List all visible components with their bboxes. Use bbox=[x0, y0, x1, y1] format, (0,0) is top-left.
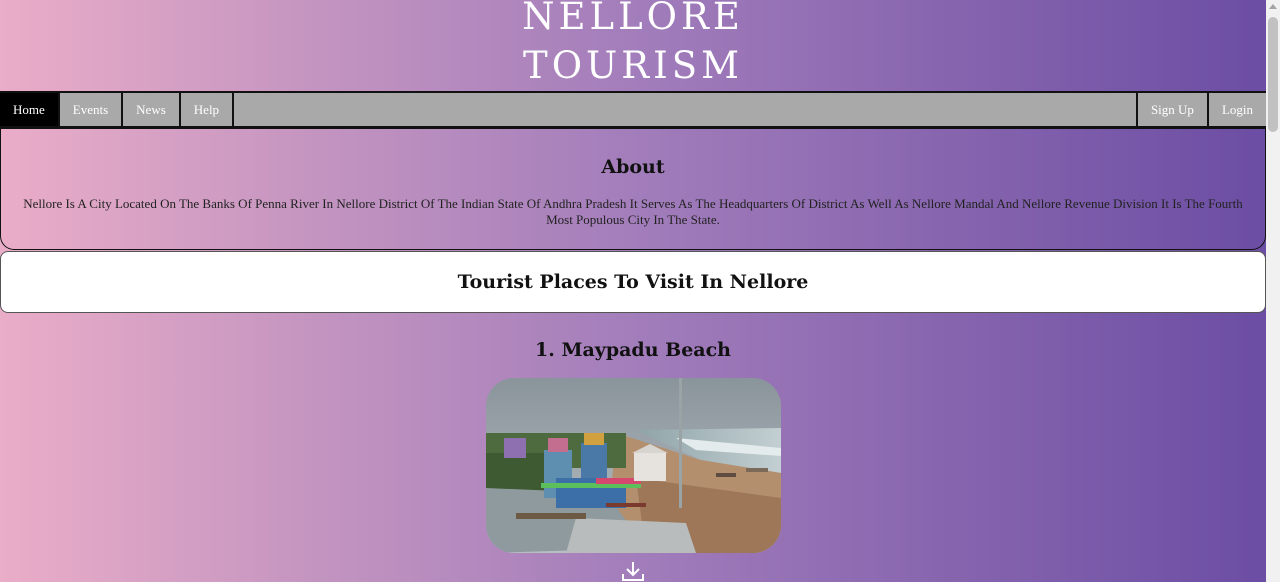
logo-line-2: TOURISM bbox=[523, 44, 743, 87]
about-section: About Nellore Is A City Located On The B… bbox=[0, 129, 1266, 250]
download-icon[interactable] bbox=[620, 560, 646, 582]
nav-events[interactable]: Events bbox=[60, 93, 124, 126]
logo-line-1: NELLORE bbox=[522, 0, 744, 38]
site-logo[interactable]: NELLORE TOURISM bbox=[0, 0, 1266, 90]
nav-right: Sign Up Login bbox=[1135, 93, 1266, 126]
about-title: About bbox=[601, 156, 665, 178]
maypadu-beach-image bbox=[486, 378, 781, 553]
nav-left: Home Events News Help bbox=[0, 93, 235, 126]
page-scrollbar[interactable] bbox=[1266, 0, 1280, 582]
places-heading-box: Tourist Places To Visit In Nellore bbox=[0, 251, 1266, 313]
place-title: 1. Maypadu Beach bbox=[535, 339, 731, 361]
main-nav: Home Events News Help Sign Up Login bbox=[0, 91, 1266, 129]
nav-home[interactable]: Home bbox=[0, 93, 60, 126]
places-heading: Tourist Places To Visit In Nellore bbox=[457, 271, 809, 293]
page: NELLORE TOURISM Home Events News Help Si… bbox=[0, 0, 1266, 582]
nav-news[interactable]: News bbox=[123, 93, 181, 126]
nav-sign-up[interactable]: Sign Up bbox=[1135, 93, 1207, 126]
nav-login[interactable]: Login bbox=[1206, 93, 1266, 126]
scroll-thumb[interactable] bbox=[1268, 17, 1278, 132]
about-text: Nellore Is A City Located On The Banks O… bbox=[23, 196, 1243, 227]
chevron-up-icon[interactable] bbox=[1269, 4, 1277, 9]
nav-help[interactable]: Help bbox=[181, 93, 235, 126]
